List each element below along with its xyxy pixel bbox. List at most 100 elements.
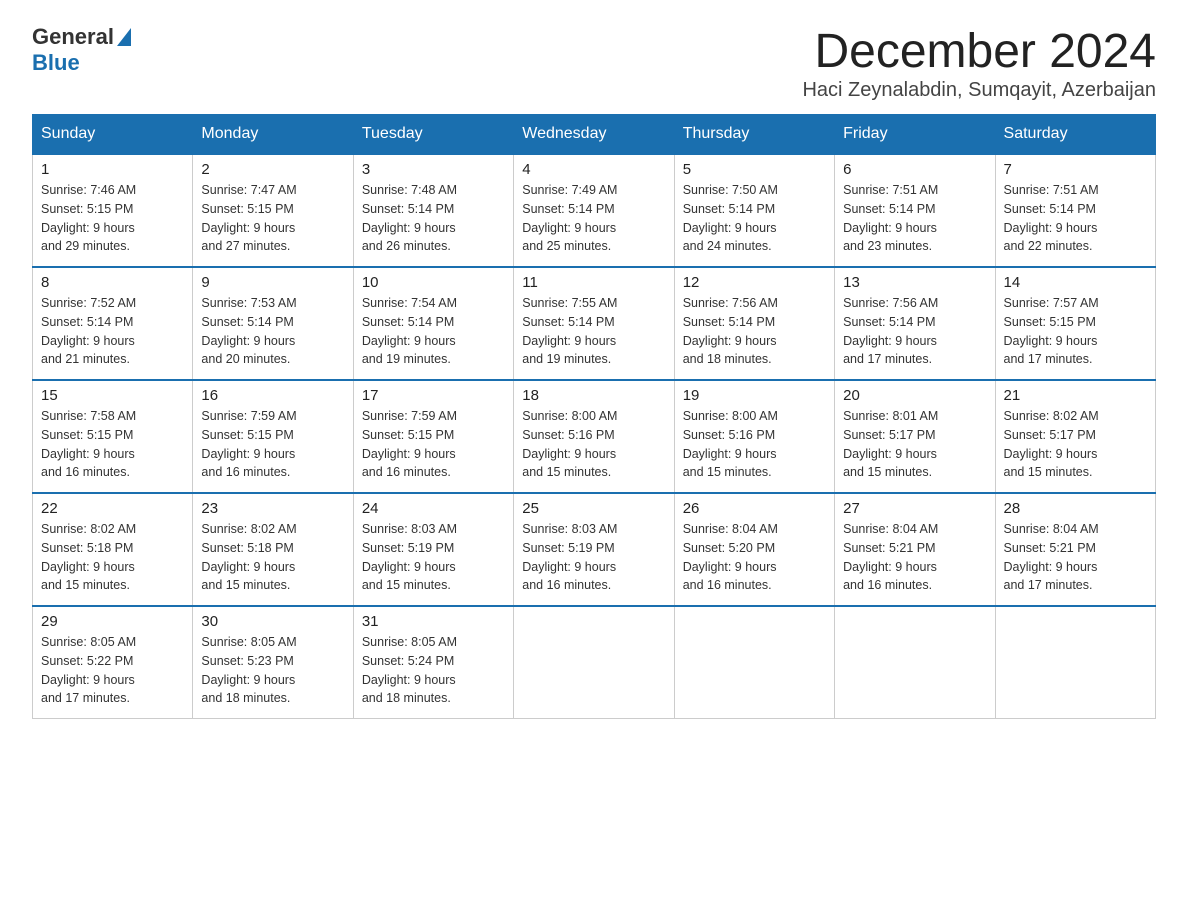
- day-number: 13: [843, 274, 986, 291]
- table-row: [674, 606, 834, 719]
- daylight-minutes: and 17 minutes.: [41, 691, 130, 705]
- day-info: Sunrise: 7:57 AM Sunset: 5:15 PM Dayligh…: [1004, 294, 1147, 369]
- day-number: 16: [201, 387, 344, 404]
- sunrise-label: Sunrise: 8:05 AM: [41, 635, 136, 649]
- sunset-label: Sunset: 5:14 PM: [843, 315, 935, 329]
- calendar-week-row: 29 Sunrise: 8:05 AM Sunset: 5:22 PM Dayl…: [33, 606, 1156, 719]
- daylight-minutes: and 15 minutes.: [41, 578, 130, 592]
- sunset-label: Sunset: 5:15 PM: [1004, 315, 1096, 329]
- day-number: 8: [41, 274, 184, 291]
- sunrise-label: Sunrise: 8:01 AM: [843, 409, 938, 423]
- daylight-minutes: and 16 minutes.: [41, 465, 130, 479]
- day-number: 14: [1004, 274, 1147, 291]
- sunrise-label: Sunrise: 7:46 AM: [41, 183, 136, 197]
- sunrise-label: Sunrise: 7:54 AM: [362, 296, 457, 310]
- daylight-label: Daylight: 9 hours: [683, 221, 777, 235]
- day-number: 10: [362, 274, 505, 291]
- daylight-label: Daylight: 9 hours: [41, 334, 135, 348]
- sunset-label: Sunset: 5:14 PM: [362, 202, 454, 216]
- sunset-label: Sunset: 5:14 PM: [843, 202, 935, 216]
- day-info: Sunrise: 7:58 AM Sunset: 5:15 PM Dayligh…: [41, 407, 184, 482]
- daylight-label: Daylight: 9 hours: [41, 560, 135, 574]
- day-number: 7: [1004, 161, 1147, 178]
- sunrise-label: Sunrise: 7:52 AM: [41, 296, 136, 310]
- sunrise-label: Sunrise: 7:47 AM: [201, 183, 296, 197]
- daylight-minutes: and 15 minutes.: [843, 465, 932, 479]
- day-number: 29: [41, 613, 184, 630]
- table-row: 25 Sunrise: 8:03 AM Sunset: 5:19 PM Dayl…: [514, 493, 674, 606]
- daylight-minutes: and 20 minutes.: [201, 352, 290, 366]
- table-row: 4 Sunrise: 7:49 AM Sunset: 5:14 PM Dayli…: [514, 154, 674, 267]
- daylight-minutes: and 16 minutes.: [522, 578, 611, 592]
- sunrise-label: Sunrise: 7:51 AM: [843, 183, 938, 197]
- day-info: Sunrise: 8:05 AM Sunset: 5:23 PM Dayligh…: [201, 633, 344, 708]
- sunrise-label: Sunrise: 7:59 AM: [201, 409, 296, 423]
- daylight-minutes: and 26 minutes.: [362, 239, 451, 253]
- daylight-label: Daylight: 9 hours: [843, 447, 937, 461]
- table-row: 11 Sunrise: 7:55 AM Sunset: 5:14 PM Dayl…: [514, 267, 674, 380]
- col-thursday: Thursday: [674, 115, 834, 155]
- col-sunday: Sunday: [33, 115, 193, 155]
- month-title: December 2024: [802, 24, 1156, 79]
- daylight-minutes: and 21 minutes.: [41, 352, 130, 366]
- day-number: 9: [201, 274, 344, 291]
- day-number: 24: [362, 500, 505, 517]
- col-saturday: Saturday: [995, 115, 1155, 155]
- sunset-label: Sunset: 5:19 PM: [522, 541, 614, 555]
- daylight-label: Daylight: 9 hours: [362, 560, 456, 574]
- sunset-label: Sunset: 5:16 PM: [522, 428, 614, 442]
- day-number: 31: [362, 613, 505, 630]
- daylight-label: Daylight: 9 hours: [201, 673, 295, 687]
- sunset-label: Sunset: 5:14 PM: [522, 202, 614, 216]
- table-row: 20 Sunrise: 8:01 AM Sunset: 5:17 PM Dayl…: [835, 380, 995, 493]
- day-info: Sunrise: 8:04 AM Sunset: 5:20 PM Dayligh…: [683, 520, 826, 595]
- table-row: 27 Sunrise: 8:04 AM Sunset: 5:21 PM Dayl…: [835, 493, 995, 606]
- day-info: Sunrise: 7:52 AM Sunset: 5:14 PM Dayligh…: [41, 294, 184, 369]
- table-row: 29 Sunrise: 8:05 AM Sunset: 5:22 PM Dayl…: [33, 606, 193, 719]
- col-friday: Friday: [835, 115, 995, 155]
- title-block: December 2024 Haci Zeynalabdin, Sumqayit…: [802, 24, 1156, 102]
- day-info: Sunrise: 8:03 AM Sunset: 5:19 PM Dayligh…: [522, 520, 665, 595]
- day-number: 27: [843, 500, 986, 517]
- table-row: 23 Sunrise: 8:02 AM Sunset: 5:18 PM Dayl…: [193, 493, 353, 606]
- sunrise-label: Sunrise: 7:58 AM: [41, 409, 136, 423]
- sunset-label: Sunset: 5:22 PM: [41, 654, 133, 668]
- daylight-minutes: and 19 minutes.: [362, 352, 451, 366]
- sunset-label: Sunset: 5:18 PM: [41, 541, 133, 555]
- daylight-minutes: and 25 minutes.: [522, 239, 611, 253]
- daylight-label: Daylight: 9 hours: [362, 673, 456, 687]
- day-info: Sunrise: 7:56 AM Sunset: 5:14 PM Dayligh…: [843, 294, 986, 369]
- daylight-minutes: and 18 minutes.: [362, 691, 451, 705]
- daylight-minutes: and 15 minutes.: [201, 578, 290, 592]
- page-header: General Blue December 2024 Haci Zeynalab…: [32, 24, 1156, 102]
- sunrise-label: Sunrise: 8:04 AM: [683, 522, 778, 536]
- daylight-label: Daylight: 9 hours: [522, 221, 616, 235]
- daylight-label: Daylight: 9 hours: [683, 334, 777, 348]
- sunset-label: Sunset: 5:16 PM: [683, 428, 775, 442]
- sunrise-label: Sunrise: 8:02 AM: [201, 522, 296, 536]
- table-row: 31 Sunrise: 8:05 AM Sunset: 5:24 PM Dayl…: [353, 606, 513, 719]
- day-info: Sunrise: 8:01 AM Sunset: 5:17 PM Dayligh…: [843, 407, 986, 482]
- table-row: 9 Sunrise: 7:53 AM Sunset: 5:14 PM Dayli…: [193, 267, 353, 380]
- calendar-table: Sunday Monday Tuesday Wednesday Thursday…: [32, 114, 1156, 719]
- daylight-label: Daylight: 9 hours: [843, 221, 937, 235]
- day-info: Sunrise: 7:51 AM Sunset: 5:14 PM Dayligh…: [843, 181, 986, 256]
- table-row: 8 Sunrise: 7:52 AM Sunset: 5:14 PM Dayli…: [33, 267, 193, 380]
- sunrise-label: Sunrise: 8:02 AM: [1004, 409, 1099, 423]
- day-number: 12: [683, 274, 826, 291]
- table-row: [514, 606, 674, 719]
- sunset-label: Sunset: 5:14 PM: [201, 315, 293, 329]
- day-number: 20: [843, 387, 986, 404]
- table-row: 5 Sunrise: 7:50 AM Sunset: 5:14 PM Dayli…: [674, 154, 834, 267]
- sunset-label: Sunset: 5:15 PM: [201, 202, 293, 216]
- sunrise-label: Sunrise: 7:59 AM: [362, 409, 457, 423]
- sunset-label: Sunset: 5:23 PM: [201, 654, 293, 668]
- day-number: 5: [683, 161, 826, 178]
- day-number: 22: [41, 500, 184, 517]
- sunrise-label: Sunrise: 8:05 AM: [201, 635, 296, 649]
- calendar-header-row: Sunday Monday Tuesday Wednesday Thursday…: [33, 115, 1156, 155]
- table-row: 12 Sunrise: 7:56 AM Sunset: 5:14 PM Dayl…: [674, 267, 834, 380]
- daylight-minutes: and 15 minutes.: [522, 465, 611, 479]
- table-row: 19 Sunrise: 8:00 AM Sunset: 5:16 PM Dayl…: [674, 380, 834, 493]
- sunset-label: Sunset: 5:14 PM: [1004, 202, 1096, 216]
